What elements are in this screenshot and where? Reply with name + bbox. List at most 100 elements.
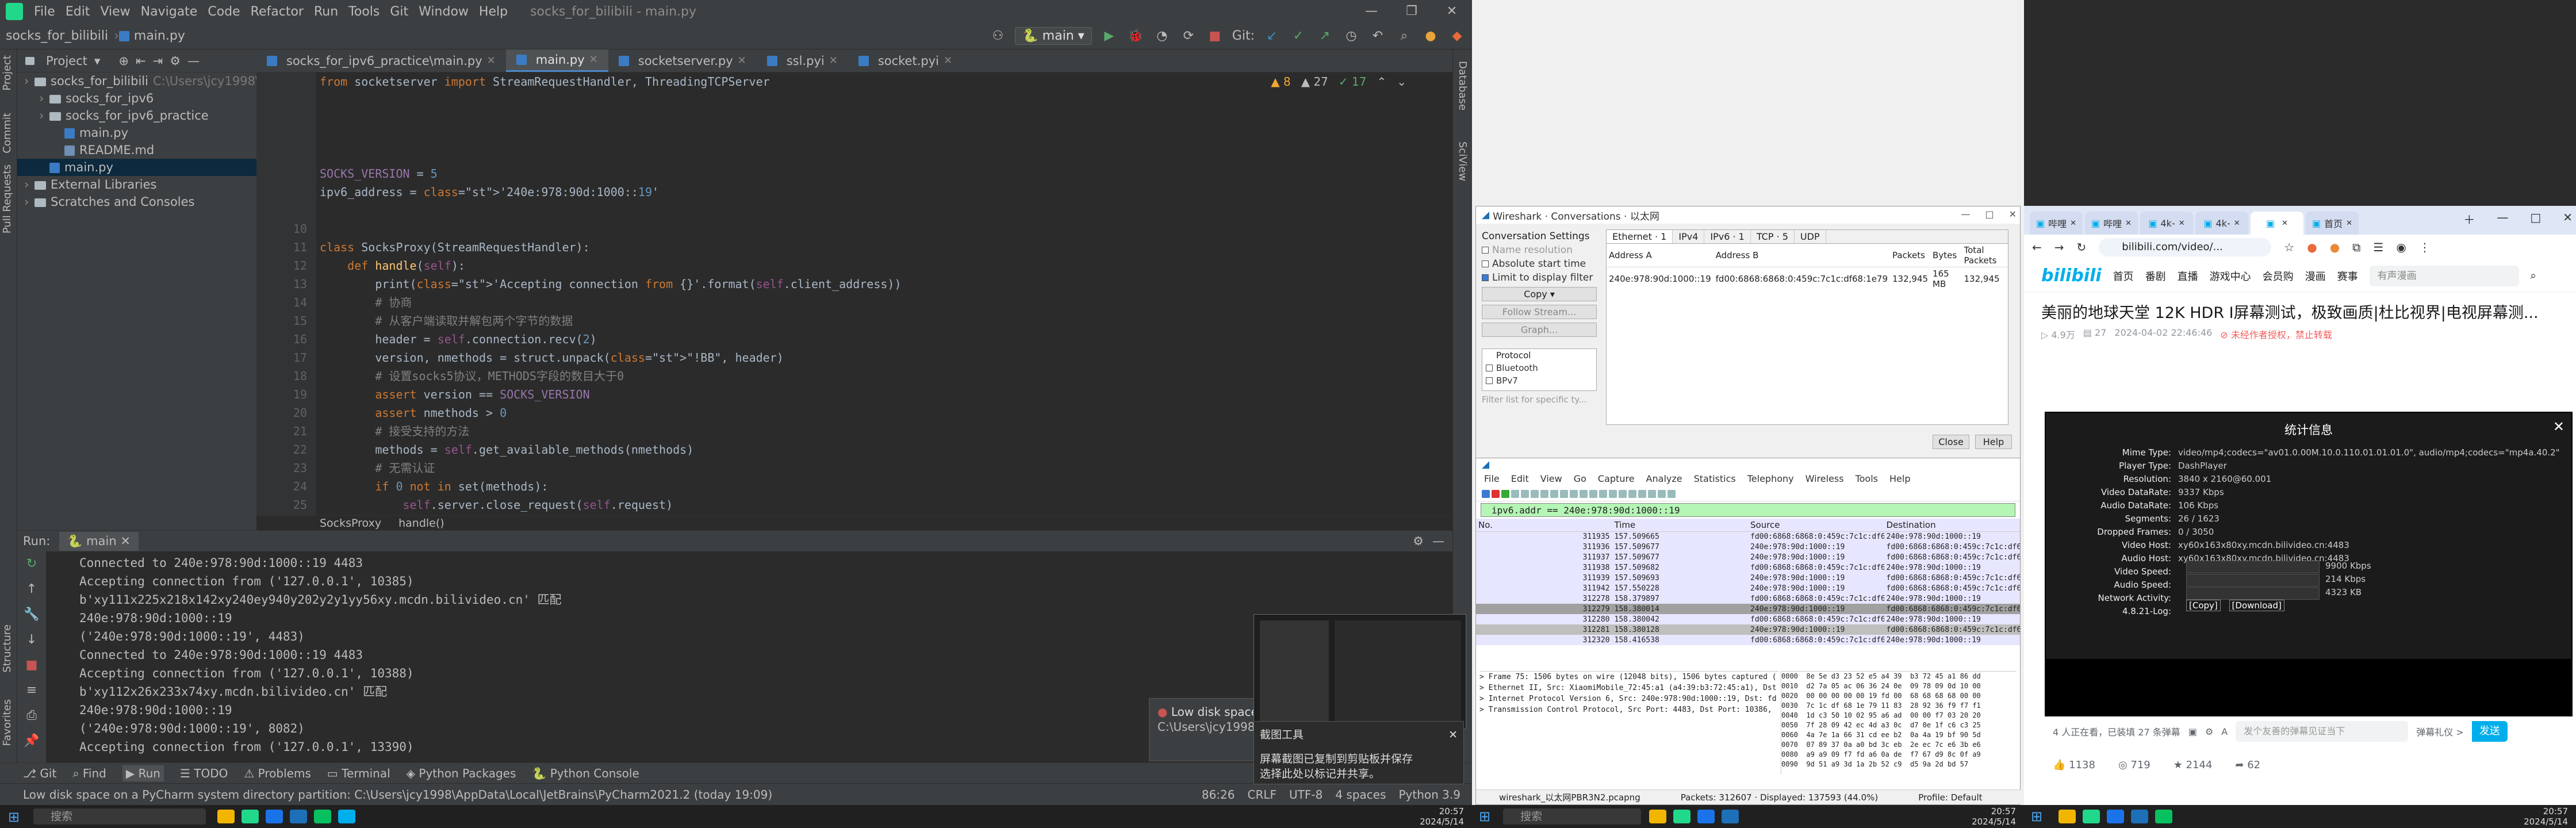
- packet-row[interactable]: 311937 157.509677 240e:978:90d:1000::19 fd0…: [1476, 552, 2020, 562]
- browser-tab[interactable]: ▣ 4k- ✕: [2140, 212, 2193, 235]
- packet-row[interactable]: 312279 158.380014 240e:978:90d:1000::19 fd0…: [1476, 604, 2020, 614]
- run-config-selector[interactable]: 🐍 main ▾: [1015, 26, 1092, 45]
- run-icon[interactable]: ▶: [1100, 26, 1118, 45]
- bilibili-icon[interactable]: [338, 810, 355, 823]
- pycharm-icon[interactable]: [241, 810, 259, 823]
- nav-home[interactable]: 首页: [2113, 269, 2134, 283]
- protocol-list[interactable]: Protocol Bluetooth BPv7: [1482, 348, 1597, 391]
- code-line[interactable]: [320, 91, 1447, 109]
- conv-tab-ipv4[interactable]: IPv4: [1673, 230, 1705, 243]
- hide-icon[interactable]: —: [1432, 534, 1444, 548]
- snipping-toast[interactable]: 截图工具 ✕ 屏幕截图已复制到剪贴板并保存 选择此处以标记并共享。: [1254, 721, 1464, 784]
- maximize-icon[interactable]: ❐: [1392, 0, 1432, 23]
- share-button[interactable]: ➦ 62: [2235, 759, 2260, 771]
- forward-icon[interactable]: [1580, 489, 1588, 498]
- close-tab-icon[interactable]: ✕: [2282, 219, 2288, 228]
- browser-tab[interactable]: ▣ 哔哩 ✕: [2085, 212, 2138, 235]
- chevron-right-icon[interactable]: ›: [24, 72, 34, 90]
- packet-row[interactable]: 311938 157.509682 fd00:6868:6868:0:459c:7c…: [1476, 562, 2020, 573]
- col-address-a[interactable]: Address A: [1607, 244, 1713, 267]
- jetbrains-icon[interactable]: ◆: [1448, 26, 1466, 45]
- close-icon[interactable]: ✕: [1432, 0, 1472, 23]
- menu-code[interactable]: Code: [202, 5, 245, 19]
- code-line[interactable]: [320, 146, 1447, 164]
- zoom-out-icon[interactable]: [1648, 489, 1656, 498]
- tool-tab-favorites[interactable]: Favorites: [1, 699, 13, 746]
- tree-item[interactable]: README.md: [17, 141, 256, 159]
- file-explorer-icon[interactable]: [217, 810, 235, 823]
- minimize-icon[interactable]: —: [2497, 210, 2508, 227]
- nav-live[interactable]: 直播: [2178, 269, 2198, 283]
- caret-position[interactable]: 86:26: [1202, 784, 1235, 805]
- tool-todo[interactable]: ☰ TODO: [180, 766, 228, 780]
- hex-line[interactable]: 0040 1d c3 50 10 02 95 a6 ad 00 00 f7 03…: [1781, 711, 2017, 720]
- indent-setting[interactable]: 4 spaces: [1335, 784, 1386, 805]
- tool-tab-pull-requests[interactable]: Pull Requests: [1, 164, 13, 233]
- chevron-up-icon[interactable]: ⌃: [1377, 75, 1386, 89]
- coverage-icon[interactable]: ◔: [1153, 26, 1171, 45]
- code-line[interactable]: # 设置socks5协议，METHODS字段的数目大于0: [320, 367, 1447, 385]
- close-tab-icon[interactable]: ✕: [2125, 219, 2132, 228]
- hex-line[interactable]: 0060 4a 7e 1a 66 31 cd ee b2 0a 4a 19 bf…: [1781, 730, 2017, 740]
- reading-list-icon[interactable]: ☰: [2373, 240, 2383, 254]
- taskbar-search[interactable]: 搜索: [1503, 808, 1641, 825]
- hex-line[interactable]: 0030 7c 1c df 68 1e 79 11 83 28 92 36 f9…: [1781, 701, 2017, 711]
- close-tab-icon[interactable]: ✕: [2179, 219, 2185, 228]
- pin-icon[interactable]: 📌: [17, 729, 46, 754]
- code-line[interactable]: if 0 not in set(methods):: [320, 477, 1447, 496]
- ws-menu-item[interactable]: Analyze: [1646, 473, 1682, 484]
- col-address-b[interactable]: Address B: [1713, 244, 1891, 267]
- reload-icon[interactable]: [1550, 489, 1558, 498]
- close-tab-icon[interactable]: ✕: [2234, 219, 2240, 228]
- back-icon[interactable]: [1570, 489, 1578, 498]
- packet-details[interactable]: > Frame 75: 1506 bytes on wire (12048 bi…: [1479, 671, 1778, 775]
- user-icon[interactable]: ⚇: [988, 26, 1007, 45]
- code-line[interactable]: [320, 109, 1447, 128]
- wireshark-icon[interactable]: [1722, 810, 1739, 823]
- minimize-icon[interactable]: —: [1961, 209, 1970, 220]
- detail-line[interactable]: > Internet Protocol Version 6, Src: 240e…: [1479, 693, 1778, 704]
- code-line[interactable]: SOCKS_VERSION = 5: [320, 164, 1447, 183]
- packet-row[interactable]: 311942 157.550228 240e:978:90d:1000::19 fd0…: [1476, 583, 2020, 593]
- ws-menu-item[interactable]: Telephony: [1747, 473, 1794, 484]
- code-line[interactable]: assert nmethods > 0: [320, 404, 1447, 422]
- git-commit-icon[interactable]: ✓: [1289, 26, 1308, 45]
- file-explorer-icon[interactable]: [2058, 810, 2076, 823]
- chevron-right-icon[interactable]: ›: [24, 176, 34, 193]
- detail-line[interactable]: > Transmission Control Protocol, Src Por…: [1479, 704, 1778, 715]
- debug-icon[interactable]: 🐞: [1126, 26, 1145, 45]
- conv-tab-ethernet[interactable]: Ethernet · 1: [1607, 230, 1673, 243]
- tree-item[interactable]: main.py: [17, 159, 256, 176]
- windows-start-icon[interactable]: ⊞: [1479, 808, 1496, 825]
- status-message[interactable]: Low disk space on a PyCharm system direc…: [0, 788, 772, 802]
- console-line[interactable]: Accepting connection from ('127.0.0.1', …: [79, 738, 562, 756]
- rollback-icon[interactable]: ↶: [1368, 26, 1387, 45]
- nav-shop[interactable]: 会员购: [2263, 269, 2294, 283]
- tool-problems[interactable]: ⚠ Problems: [244, 766, 310, 780]
- menu-icon[interactable]: ⋮: [2419, 240, 2431, 254]
- download-log-button[interactable]: [Download]: [2229, 600, 2284, 611]
- close-icon[interactable]: ✕: [2563, 210, 2573, 227]
- tool-python-packages[interactable]: ◈ Python Packages: [407, 766, 516, 780]
- danmaku-etiquette-link[interactable]: 弹幕礼仪 >: [2416, 724, 2464, 738]
- hex-line[interactable]: 0020 00 00 00 00 00 19 fd 00 68 68 68 68…: [1781, 691, 2017, 701]
- profile[interactable]: Profile: Default: [1918, 792, 1982, 803]
- chevron-right-icon[interactable]: ›: [39, 90, 49, 107]
- hex-line[interactable]: 0080 a9 a9 09 f7 fd a6 0a de f7 67 d9 8c…: [1781, 750, 2017, 760]
- code-line[interactable]: # 协商: [320, 293, 1447, 312]
- nav-esports[interactable]: 赛事: [2337, 269, 2358, 283]
- browser-icon[interactable]: [1697, 810, 1715, 823]
- tool-tab-project[interactable]: Project: [1, 55, 13, 91]
- refresh-icon[interactable]: ↻: [2077, 240, 2087, 254]
- tool-tab-structure[interactable]: Structure: [1, 624, 13, 673]
- nav-manga[interactable]: 漫画: [2305, 269, 2326, 283]
- browser-icon[interactable]: [2107, 810, 2124, 823]
- wireshark-icon[interactable]: [2131, 810, 2148, 823]
- maximize-icon[interactable]: □: [1985, 209, 1994, 220]
- code-content[interactable]: from socketserver import StreamRequestHa…: [320, 54, 1447, 532]
- find-icon[interactable]: [1560, 489, 1568, 498]
- profile-icon[interactable]: ⟳: [1179, 26, 1198, 45]
- chevron-right-icon[interactable]: ›: [24, 193, 34, 210]
- packet-col-header[interactable]: Time: [1612, 519, 1748, 532]
- start-capture-icon[interactable]: [1482, 489, 1490, 498]
